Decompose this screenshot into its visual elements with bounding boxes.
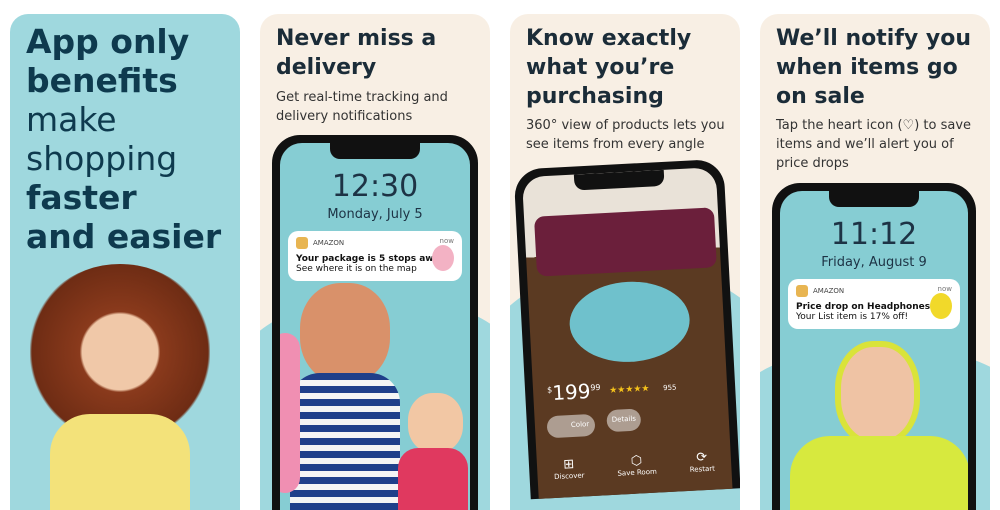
lock-date: Monday, July 5: [327, 207, 423, 222]
subtitle: 360° view of products lets you see items…: [526, 118, 725, 152]
headline: Know exactly what you’re purchasing: [526, 26, 692, 109]
discover-button[interactable]: ⊞ Discover: [553, 456, 585, 480]
headline: We’ll notify you when items go on sale: [776, 26, 972, 109]
child-swimsuit: [398, 448, 468, 510]
lock-time: 12:30: [331, 169, 419, 204]
headphones-image: [930, 293, 952, 319]
card-360-view: Know exactly what you’re purchasing 360°…: [510, 14, 740, 510]
sofa-image: [533, 207, 717, 277]
notif-body: Your List item is 17% off!: [796, 312, 909, 322]
notification[interactable]: AMAZON now Your package is 5 stops away!…: [288, 231, 462, 281]
man-photo: [300, 283, 390, 383]
headline-line: and easier: [26, 217, 222, 256]
notif-title: Price drop on Headphones: [796, 302, 931, 312]
headline-line: shopping: [26, 139, 178, 178]
ottoman-image: [567, 278, 692, 365]
headline-line: faster: [26, 178, 137, 217]
headline-line: App only: [26, 22, 190, 61]
headline-line: make: [26, 100, 117, 139]
grid-plus-icon: ⊞: [562, 456, 575, 473]
amazon-app-icon: [296, 237, 308, 249]
price: $19999: [546, 379, 601, 405]
lock-date: Friday, August 9: [821, 255, 927, 270]
subtitle: Tap the heart icon (♡) to save items and…: [776, 118, 972, 171]
notif-body: See where it is on the map: [296, 264, 417, 274]
headline-line: benefits: [26, 61, 178, 100]
woman-body: [50, 414, 190, 510]
phone-mockup: $19999 ★★★★★ 955 Color Details ⊞ Discover…: [513, 158, 740, 500]
card-delivery: Never miss a delivery Get real-time trac…: [260, 14, 490, 510]
notification[interactable]: AMAZON now Price drop on Headphones Your…: [788, 279, 960, 329]
phone-mockup: 12:30 Monday, July 5 AMAZON now Your pac…: [272, 135, 478, 510]
amazon-app-icon: [796, 285, 808, 297]
subtitle: Get real-time tracking and delivery noti…: [276, 90, 448, 124]
card-app-benefits: App only benefits make shopping faster a…: [10, 14, 240, 510]
float-ring: [280, 333, 300, 493]
woman-photo: [30, 264, 210, 424]
notif-time: now: [439, 237, 454, 245]
notif-title: Your package is 5 stops away!: [296, 254, 450, 264]
child-photo: [408, 393, 463, 453]
rating-stars: ★★★★★: [608, 383, 650, 397]
notif-time: now: [937, 285, 952, 293]
phone-mockup: 11:12 Friday, August 9 AMAZON now Price …: [772, 183, 976, 510]
refresh-icon: ⟳: [695, 449, 708, 466]
man-shirt: [290, 373, 400, 510]
headline: App only benefits make shopping faster a…: [26, 22, 221, 256]
flamingo-float-image: [432, 245, 454, 271]
details-button[interactable]: Details: [606, 408, 642, 433]
headline: Never miss a delivery: [276, 26, 437, 80]
rating-count: 955: [662, 383, 677, 393]
ar-toolbar: ⊞ Discover ⬡ Save Room ⟳ Restart: [536, 431, 733, 499]
save-room-button[interactable]: ⬡ Save Room: [616, 452, 657, 477]
notif-app: AMAZON: [813, 287, 845, 295]
card-price-alerts: We’ll notify you when items go on sale T…: [760, 14, 990, 510]
lock-time: 11:12: [830, 217, 918, 252]
old-man-photo: [835, 341, 920, 446]
old-man-shirt: [790, 436, 968, 510]
restart-button[interactable]: ⟳ Restart: [689, 449, 716, 473]
color-button[interactable]: Color: [546, 413, 596, 439]
notif-app: AMAZON: [313, 239, 345, 247]
